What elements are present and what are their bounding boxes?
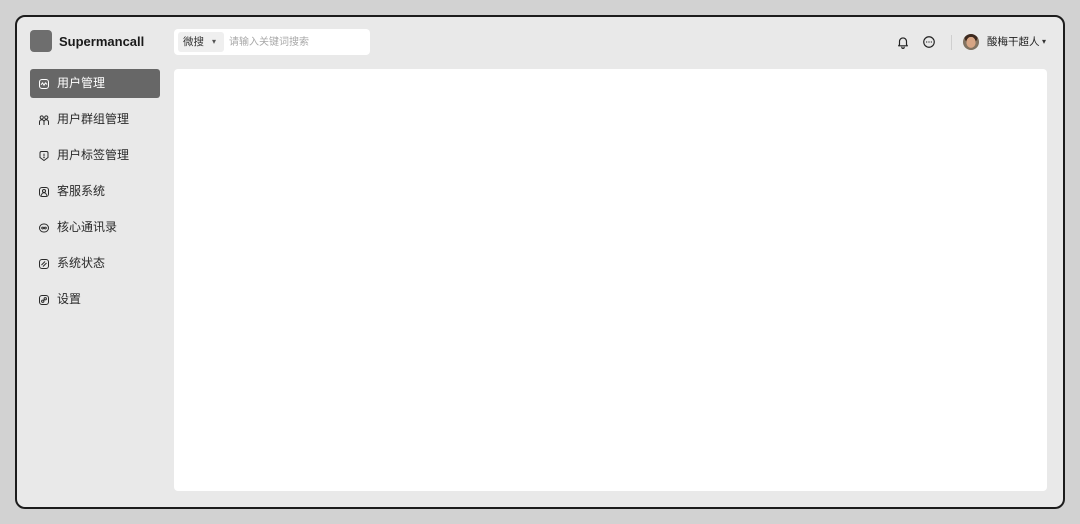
- chevron-down-icon: ▾: [1042, 37, 1047, 46]
- contacts-icon: [38, 222, 50, 234]
- sidebar-item-system-status[interactable]: 系统状态: [30, 249, 160, 278]
- sidebar-item-label: 用户管理: [57, 76, 106, 90]
- sidebar-item-customer-service[interactable]: 客服系统: [30, 177, 160, 206]
- sidebar-item-label: 核心通讯录: [57, 220, 118, 234]
- system-status-icon: [38, 258, 50, 270]
- sidebar-item-user-management[interactable]: 用户管理: [30, 69, 160, 98]
- sidebar-item-label: 设置: [57, 292, 82, 306]
- header-divider: [951, 35, 952, 50]
- sidebar-item-user-groups[interactable]: 用户群组管理: [30, 105, 160, 134]
- user-menu[interactable]: 酸梅干超人 ▾: [961, 31, 1051, 53]
- settings-icon: [38, 294, 50, 306]
- sidebar-item-settings[interactable]: 设置: [30, 285, 160, 314]
- user-group-icon: [38, 114, 50, 126]
- sidebar-item-label: 用户群组管理: [57, 112, 130, 126]
- sidebar: 用户管理 用户群组管理 用户标签管理 客服系统 核心通讯录 系统状态 设置: [30, 69, 160, 469]
- app-name: Supermancall: [59, 34, 145, 49]
- search-scope-select[interactable]: 微搜 ▾: [178, 32, 224, 52]
- search-box: 微搜 ▾: [174, 29, 370, 55]
- user-name: 酸梅干超人: [987, 36, 1040, 48]
- customer-service-icon: [38, 186, 50, 198]
- app-window: Supermancall 微搜 ▾ 酸梅干超人 ▾: [15, 15, 1065, 509]
- sidebar-item-label: 客服系统: [57, 184, 106, 198]
- app-logo[interactable]: [30, 30, 52, 52]
- chat-bubble-icon[interactable]: [922, 35, 936, 49]
- main-content-panel: [174, 69, 1047, 491]
- sidebar-item-user-tags[interactable]: 用户标签管理: [30, 141, 160, 170]
- sidebar-item-label: 系统状态: [57, 256, 106, 270]
- avatar: [963, 34, 979, 50]
- sidebar-item-contacts[interactable]: 核心通讯录: [30, 213, 160, 242]
- bell-icon[interactable]: [896, 35, 910, 49]
- activity-icon: [38, 78, 50, 90]
- tag-icon: [38, 150, 50, 162]
- chevron-down-icon: ▾: [212, 37, 217, 46]
- search-scope-label: 微搜: [183, 36, 204, 48]
- sidebar-item-label: 用户标签管理: [57, 148, 130, 162]
- search-input[interactable]: [229, 32, 365, 52]
